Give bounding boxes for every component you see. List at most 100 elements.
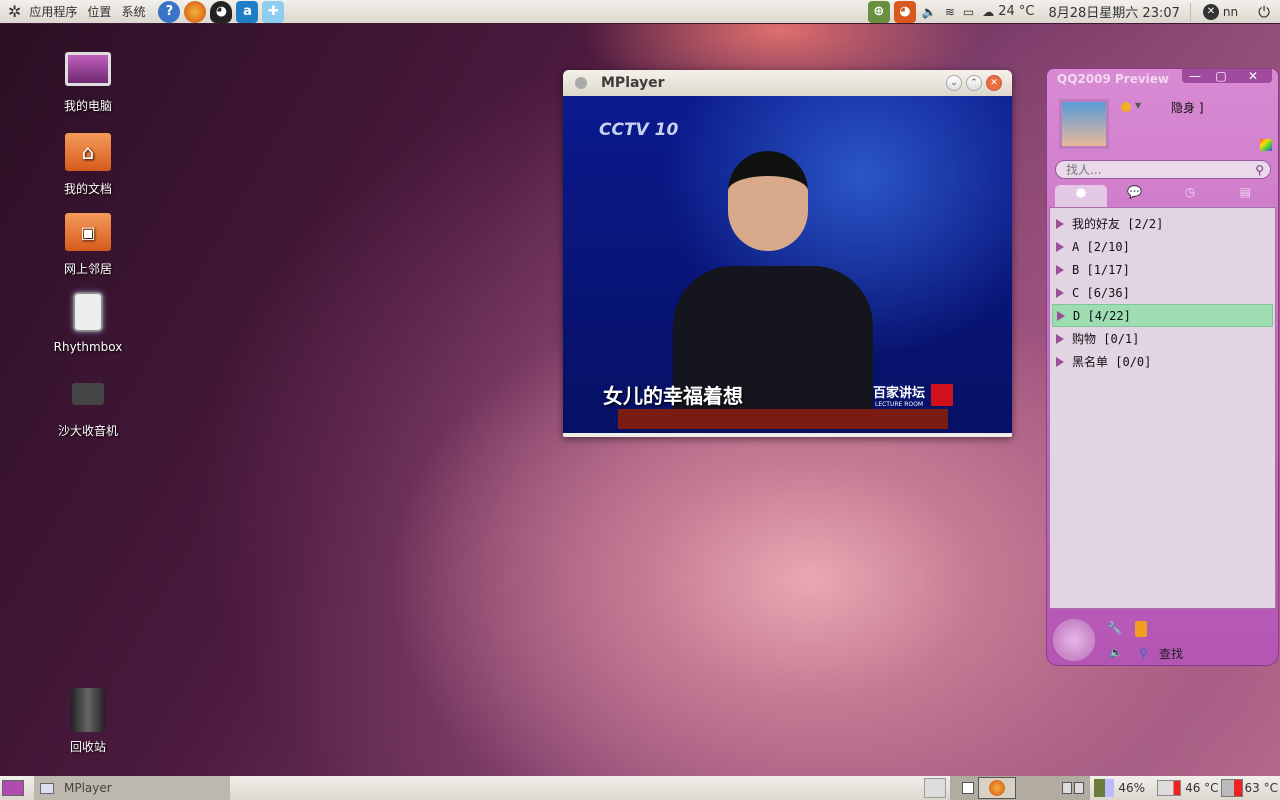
user-status-icon[interactable]: ✕ [1202, 3, 1219, 20]
desktop-icon-label: 我的文档 [63, 182, 112, 196]
maximize-button[interactable]: ⌃ [966, 75, 982, 91]
magnifier-app-icon[interactable]: ⊕ [867, 0, 890, 23]
search-icon[interactable]: ⚲ [1255, 163, 1264, 177]
workspace-2[interactable] [978, 777, 1017, 799]
tab-files[interactable]: ▤ [1218, 185, 1273, 207]
group-count: [0/1] [1103, 331, 1140, 346]
clock[interactable]: 8月28日星期六 23:07 [1048, 2, 1179, 21]
taskbar-item-mplayer[interactable]: MPlayer [34, 776, 230, 800]
window-menu-icon[interactable] [575, 77, 587, 89]
desktop-icon-radio[interactable]: 沙大收音机 [33, 370, 143, 439]
status-dropdown-icon[interactable]: ▼ [1135, 101, 1141, 110]
podium [618, 409, 948, 429]
qq-icon[interactable]: ◕ [210, 0, 233, 23]
qq-main-menu-button[interactable] [1053, 619, 1095, 661]
tab-contacts[interactable]: ● [1055, 185, 1107, 207]
text-editor-icon[interactable]: a [236, 0, 259, 23]
group-count: [4/22] [1087, 308, 1131, 323]
wifi-icon[interactable]: ≋ [945, 5, 955, 19]
group-item[interactable]: C [6/36] [1050, 281, 1275, 304]
skin-icon[interactable] [1260, 139, 1272, 151]
temperature[interactable]: 24 °C [998, 4, 1034, 19]
qq-tray-icon[interactable]: ◕ [893, 0, 916, 23]
minimize-button[interactable]: — [1182, 69, 1208, 83]
group-name: 黑名单 [1072, 355, 1109, 369]
mobile-icon[interactable] [1135, 621, 1147, 637]
mplayer-window: MPlayer ⌄ ⌃ ✕ CCTV 10 女儿的幸福着想 百家讲坛 LECTUR… [563, 70, 1012, 437]
show-desktop-button[interactable] [2, 780, 24, 796]
maximize-button[interactable]: ▢ [1208, 69, 1234, 83]
menu-places[interactable]: 位置 [87, 3, 111, 20]
program-name-en: LECTURE ROOM [874, 401, 924, 408]
trash-icon [64, 686, 112, 734]
power-icon[interactable]: ⏻ [1258, 3, 1270, 21]
ubuntu-logo-icon[interactable]: ✲ [8, 2, 21, 21]
desktop-icon-rhythmbox[interactable]: Rhythmbox [33, 288, 143, 354]
cpu-temperature[interactable]: 63 °C [1245, 781, 1278, 795]
sound-icon[interactable]: 🔈 [1109, 646, 1123, 659]
user-name[interactable]: nn [1223, 5, 1238, 19]
battery-percent[interactable]: 46% [1118, 781, 1145, 795]
video-area[interactable]: CCTV 10 女儿的幸福着想 百家讲坛 LECTURE ROOM [563, 96, 1012, 433]
weather-icon: ☁ [982, 4, 995, 19]
volume-icon[interactable]: 🔈 [922, 5, 937, 19]
hdd-temperature[interactable]: 46 °C [1185, 781, 1218, 795]
video-subtitle: 女儿的幸福着想 [603, 384, 743, 408]
workspace-1[interactable] [962, 782, 975, 794]
expand-arrow-icon [1056, 218, 1064, 229]
expand-arrow-icon [1056, 287, 1064, 298]
tab-recent[interactable]: ◷ [1162, 185, 1217, 207]
tab-groups[interactable]: 💬 [1107, 185, 1162, 207]
group-item-selected[interactable]: D [4/22] [1052, 304, 1273, 327]
qq-title: QQ2009 Preview [1057, 72, 1169, 86]
mplayer-titlebar[interactable]: MPlayer ⌄ ⌃ ✕ [563, 70, 1012, 96]
contact-group-list: 我的好友 [2/2] A [2/10] B [1/17] C [6/36] D … [1049, 207, 1276, 609]
workspace-3[interactable] [1062, 782, 1073, 794]
close-button[interactable]: ✕ [986, 75, 1002, 91]
avatar[interactable] [1059, 99, 1109, 149]
help-icon[interactable]: ? [158, 0, 181, 23]
desktop-icon-trash[interactable]: 回收站 [33, 686, 143, 755]
qq-tabs: ● 💬 ◷ ▤ [1055, 185, 1273, 207]
search-input[interactable]: 找人... ⚲ [1055, 160, 1271, 179]
group-name: D [1073, 308, 1081, 323]
window-title: MPlayer [601, 75, 665, 91]
find-button[interactable]: 查找 [1159, 645, 1183, 662]
group-count: [2/2] [1127, 216, 1164, 231]
group-item[interactable]: 我的好友 [2/2] [1050, 212, 1275, 235]
network-icon[interactable]: ✚ [262, 0, 285, 23]
desktop-icon-network[interactable]: ▣ 网上邻居 [33, 208, 143, 277]
find-icon[interactable]: ⚲ [1139, 646, 1148, 660]
desktop-icon-computer[interactable]: 我的电脑 [33, 45, 143, 114]
battery-icon[interactable]: ▭ [963, 5, 974, 19]
desktop-icon-label: Rhythmbox [53, 340, 123, 354]
desktop-icon-label: 我的电脑 [63, 99, 112, 113]
cpu-temp-icon [1220, 779, 1243, 797]
menu-applications[interactable]: 应用程序 [29, 3, 77, 20]
firefox-icon[interactable] [184, 0, 207, 23]
workspace-switcher[interactable] [950, 776, 1091, 800]
group-item[interactable]: A [2/10] [1050, 235, 1275, 258]
memory-monitor-icon [1094, 779, 1115, 797]
settings-wrench-icon[interactable]: 🔧 [1107, 621, 1122, 635]
desktop-icon-label: 沙大收音机 [57, 424, 118, 438]
group-item[interactable]: B [1/17] [1050, 258, 1275, 281]
program-logo: 百家讲坛 LECTURE ROOM [873, 382, 954, 408]
qq-window-controls: — ▢ ✕ [1182, 69, 1272, 83]
bottom-panel: MPlayer 46% 46 °C 63 °C [0, 776, 1280, 800]
workspace-4[interactable] [1074, 782, 1085, 794]
group-item[interactable]: 购物 [0/1] [1050, 327, 1275, 350]
menu-system[interactable]: 系统 [121, 3, 145, 20]
top-panel: ✲ 应用程序 位置 系统 ? ◕ a ✚ ⊕ ◕ 🔈 ≋ ▭ ☁ 24 °C 8… [0, 0, 1280, 24]
close-button[interactable]: ✕ [1234, 69, 1272, 83]
expand-arrow-icon [1056, 241, 1064, 252]
desktop-icon-documents[interactable]: ⌂ 我的文档 [33, 128, 143, 197]
window-switcher-icon[interactable] [924, 778, 947, 798]
status-icon[interactable] [1121, 102, 1131, 112]
firefox-icon [989, 780, 1006, 796]
search-placeholder: 找人... [1066, 163, 1102, 177]
status-text[interactable]: 隐身 ] [1171, 99, 1204, 116]
home-folder-icon: ⌂ [64, 128, 112, 176]
minimize-button[interactable]: ⌄ [946, 75, 962, 91]
group-item[interactable]: 黑名单 [0/0] [1050, 350, 1275, 373]
